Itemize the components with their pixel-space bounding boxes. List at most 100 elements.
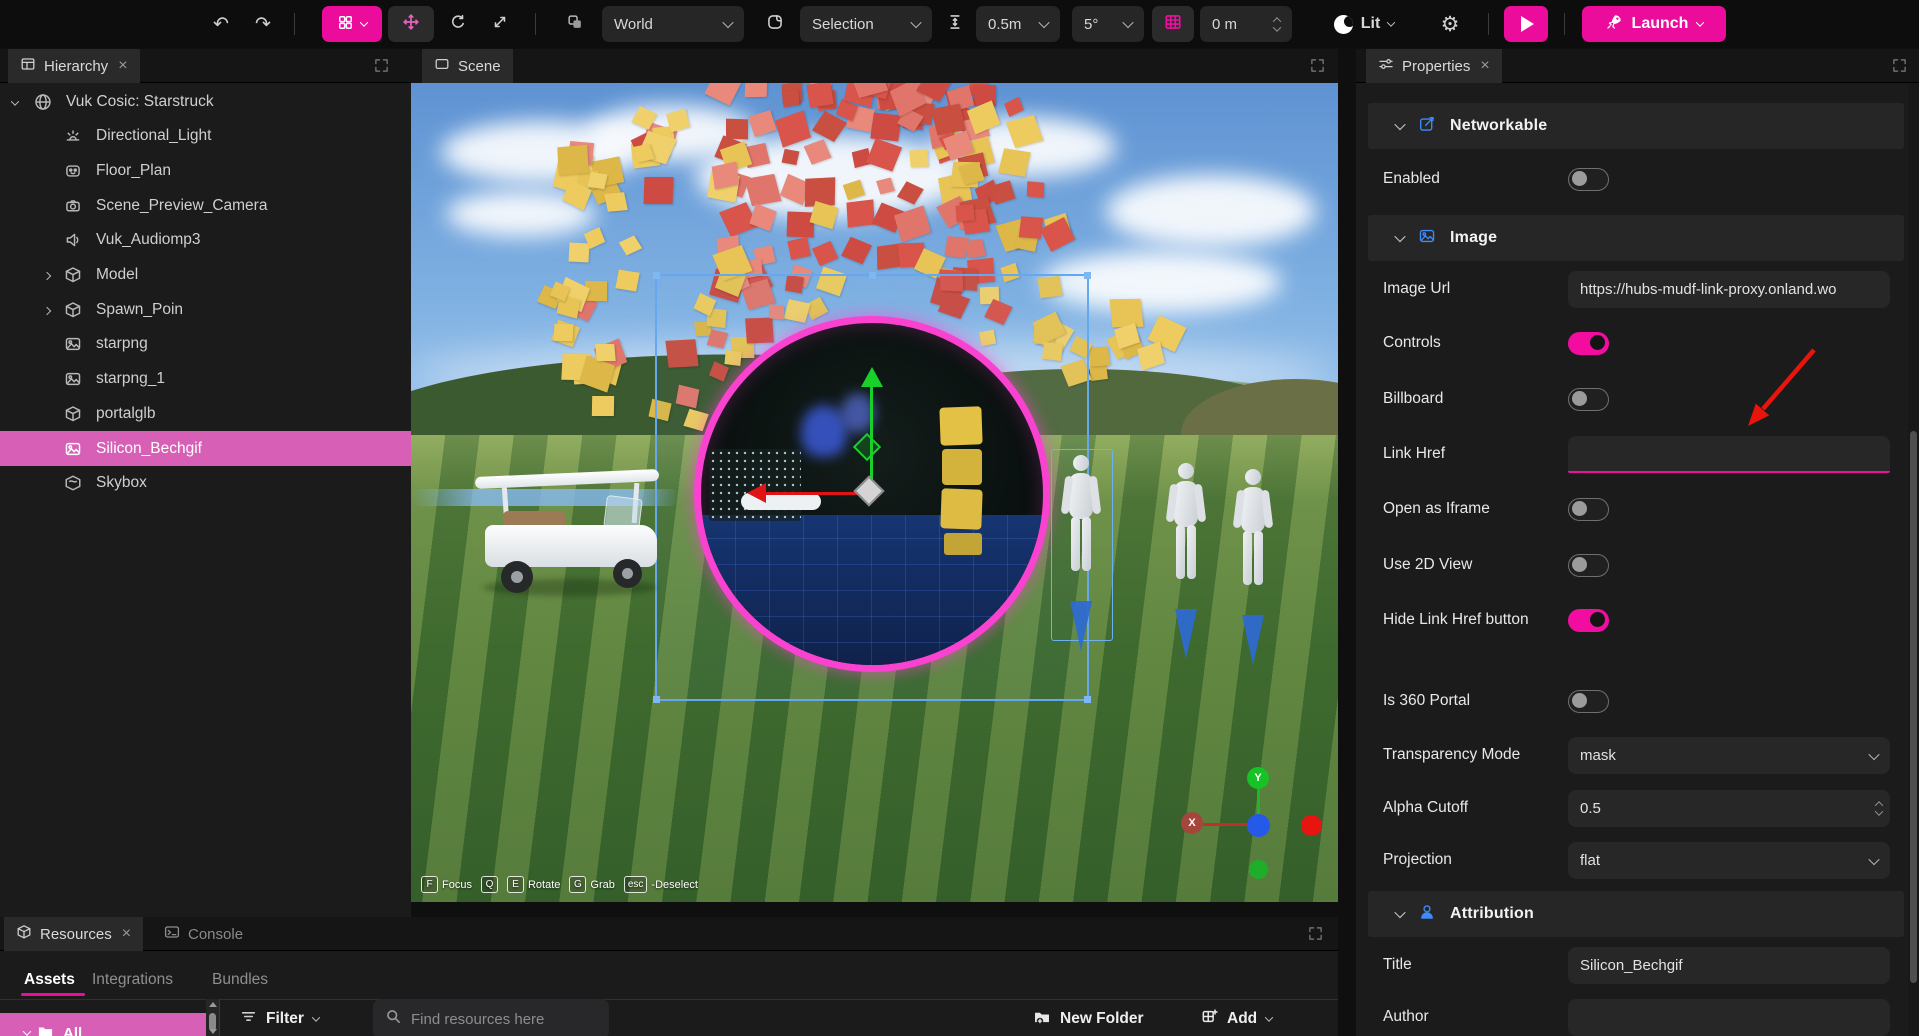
properties-scrollbar[interactable]	[1908, 83, 1919, 1036]
chevron-right-icon[interactable]	[44, 266, 50, 284]
section-header-networkable[interactable]: Networkable	[1368, 103, 1904, 149]
filter-button[interactable]: Filter	[240, 999, 319, 1036]
confetti-square	[909, 150, 928, 167]
world-space-dropdown[interactable]: World	[602, 6, 744, 42]
grid-table-icon	[1164, 13, 1182, 35]
avatar-mannequin[interactable]	[1166, 463, 1206, 683]
add-button[interactable]: Add	[1201, 999, 1272, 1036]
hierarchy-item-scene-preview-camera[interactable]: Scene_Preview_Camera	[0, 188, 411, 223]
gizmo-x-axis[interactable]	[763, 492, 869, 495]
tab-resources[interactable]: Resources ×	[4, 917, 143, 951]
rotate-tool-button[interactable]	[440, 6, 476, 42]
settings-button[interactable]: ⚙	[1432, 6, 1468, 42]
scale-tool-button[interactable]	[482, 6, 518, 42]
prop-label: Alpha Cutoff	[1383, 797, 1551, 819]
selection-handle[interactable]	[869, 272, 876, 279]
input-author[interactable]	[1568, 999, 1890, 1036]
hierarchy-item-skybox[interactable]: Skybox	[0, 466, 411, 501]
hierarchy-item-vuk-audiomp3[interactable]: Vuk_Audiomp3	[0, 223, 411, 258]
hierarchy-item-vuk-cosic-starstruck[interactable]: Vuk Cosic: Starstruck	[0, 84, 411, 119]
tab-console[interactable]: Console	[152, 917, 255, 951]
axis-gizmo-neg-y[interactable]	[1249, 860, 1268, 879]
chevron-down-icon[interactable]	[12, 93, 18, 111]
tab-hierarchy[interactable]: Hierarchy ×	[8, 49, 140, 83]
expand-icon[interactable]	[374, 58, 390, 74]
section-title: Networkable	[1450, 117, 1547, 135]
undo-button[interactable]: ↶	[206, 6, 236, 42]
hierarchy-item-spawn-poin[interactable]: Spawn_Poin	[0, 292, 411, 327]
close-icon[interactable]: ×	[1480, 57, 1489, 75]
scroll-up-icon[interactable]	[209, 1002, 217, 1007]
axis-gizmo-neg-x[interactable]	[1301, 815, 1322, 836]
toggle-controls[interactable]	[1568, 332, 1609, 355]
transform-space-button[interactable]	[556, 6, 594, 42]
subtab-integrations[interactable]: Integrations	[92, 971, 173, 989]
toggle-use-2d-view[interactable]	[1568, 554, 1609, 577]
pivot-mode-button[interactable]	[756, 6, 794, 42]
prop-label: Controls	[1383, 332, 1551, 354]
expand-icon[interactable]	[1308, 926, 1324, 942]
toggle-open-as-iframe[interactable]	[1568, 498, 1609, 521]
hierarchy-item-directional-light[interactable]: Directional_Light	[0, 119, 411, 154]
input-image-url[interactable]: https://hubs-mudf-link-proxy.onland.wo	[1568, 271, 1890, 308]
hierarchy-item-floor-plan[interactable]: Floor_Plan	[0, 153, 411, 188]
toggle-enabled[interactable]	[1568, 168, 1609, 191]
hierarchy-item-portalglb[interactable]: portalglb	[0, 396, 411, 431]
scene-viewport[interactable]: Y X FFocusQERotateGGrabesc-Deselect	[411, 83, 1338, 902]
search-input[interactable]	[411, 1011, 581, 1028]
new-folder-button[interactable]: New Folder	[1033, 999, 1144, 1036]
rotate-snap-dropdown[interactable]: 5°	[1072, 6, 1144, 42]
chevron-right-icon[interactable]	[44, 301, 50, 319]
play-button[interactable]	[1504, 6, 1548, 42]
hierarchy-item-model[interactable]: Model	[0, 258, 411, 293]
snap-mode-button[interactable]	[938, 6, 972, 42]
toggle-billboard[interactable]	[1568, 388, 1609, 411]
axis-gizmo-center[interactable]	[1247, 814, 1270, 837]
pivot-dropdown[interactable]: Selection	[800, 6, 932, 42]
section-header-image[interactable]: Image	[1368, 215, 1904, 261]
toggle-is-360-portal[interactable]	[1568, 690, 1609, 713]
toggle-hide-link-href-button[interactable]	[1568, 609, 1609, 632]
selection-handle[interactable]	[653, 272, 660, 279]
axis-gizmo-x[interactable]: X	[1181, 812, 1203, 834]
avatar-mannequin[interactable]	[1061, 455, 1101, 675]
scroll-down-icon[interactable]	[209, 1029, 217, 1034]
avatar-mannequin[interactable]	[1233, 469, 1273, 689]
redo-button[interactable]: ↷	[248, 6, 278, 42]
select-projection[interactable]: flat	[1568, 842, 1890, 879]
subtab-bundles[interactable]: Bundles	[212, 971, 268, 989]
hierarchy-item-starpng-1[interactable]: starpng_1	[0, 362, 411, 397]
select-transparency-mode[interactable]: mask	[1568, 737, 1890, 774]
section-header-attribution[interactable]: Attribution	[1368, 891, 1904, 937]
expand-icon[interactable]	[1892, 58, 1908, 74]
move-snap-dropdown[interactable]: 0.5m	[976, 6, 1060, 42]
input-link-href[interactable]	[1568, 436, 1890, 473]
step-down-icon[interactable]	[1875, 807, 1883, 815]
axis-gizmo-y[interactable]: Y	[1247, 767, 1269, 789]
grid-height-stepper[interactable]: 0 m	[1200, 6, 1292, 42]
tab-scene[interactable]: Scene	[422, 49, 513, 83]
subtab-assets[interactable]: Assets	[24, 971, 75, 989]
tab-properties[interactable]: Properties ×	[1366, 49, 1502, 83]
hierarchy-item-starpng[interactable]: starpng	[0, 327, 411, 362]
selection-handle[interactable]	[653, 696, 660, 703]
step-down-icon[interactable]	[1273, 23, 1281, 31]
grid-toggle-button[interactable]	[1152, 6, 1194, 42]
input-alpha-cutoff[interactable]: 0.5	[1568, 790, 1890, 827]
asset-grid-button[interactable]	[322, 6, 382, 42]
scrollbar-thumb[interactable]	[1910, 431, 1917, 983]
launch-button[interactable]: Launch	[1582, 6, 1726, 42]
folder-item-all[interactable]: All	[0, 1013, 206, 1036]
selection-handle[interactable]	[1084, 272, 1091, 279]
input-title[interactable]: Silicon_Bechgif	[1568, 947, 1890, 984]
close-icon[interactable]: ×	[118, 57, 127, 75]
golf-cart[interactable]	[475, 471, 669, 599]
hierarchy-item-silicon-bechgif[interactable]: Silicon_Bechgif	[0, 431, 411, 466]
resource-search[interactable]	[373, 999, 609, 1036]
move-tool-button[interactable]	[388, 6, 434, 42]
render-mode-dropdown[interactable]: Lit	[1326, 6, 1402, 42]
close-icon[interactable]: ×	[122, 925, 131, 943]
expand-icon[interactable]	[1310, 58, 1326, 74]
folder-list-scrollbar[interactable]	[206, 999, 219, 1036]
selection-handle[interactable]	[1084, 696, 1091, 703]
